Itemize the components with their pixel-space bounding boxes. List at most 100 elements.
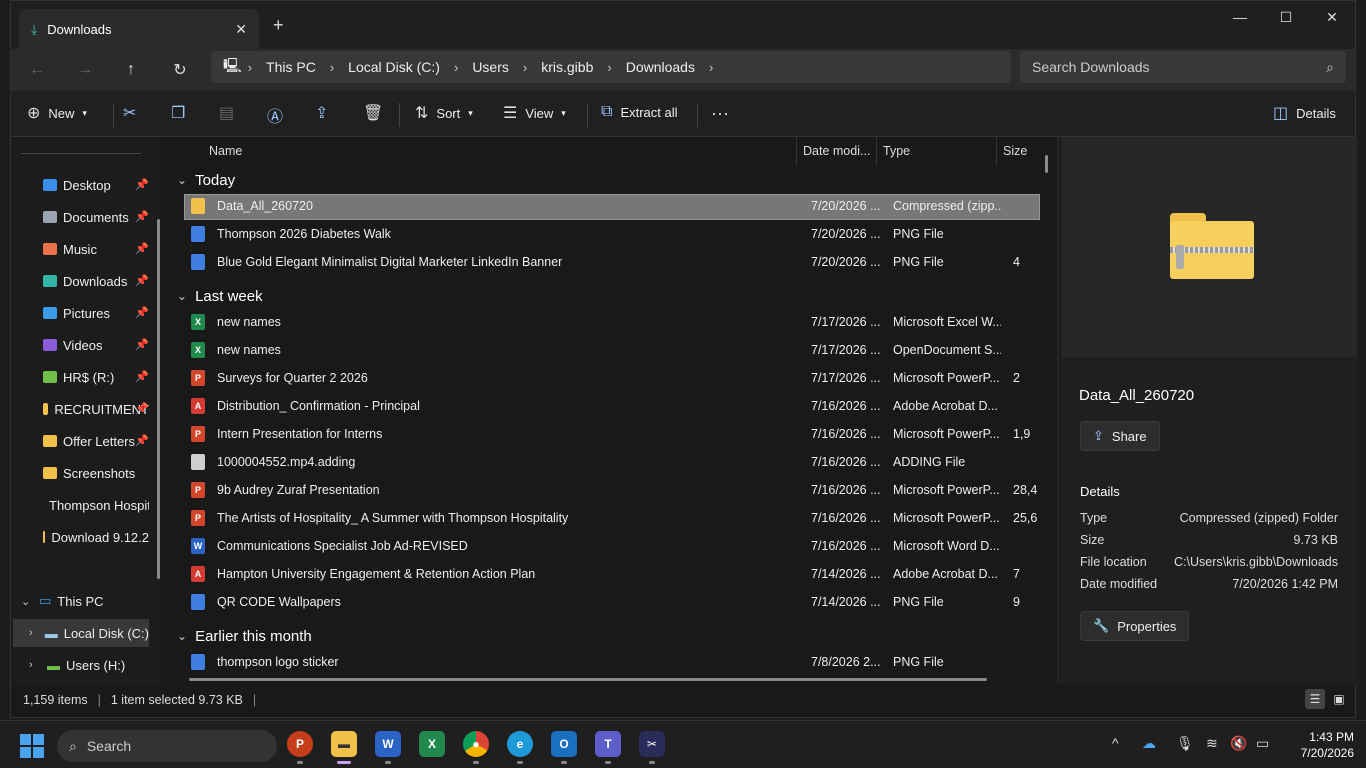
up-button[interactable]: ↑ bbox=[117, 56, 145, 84]
chevron-up-icon[interactable]: ^ bbox=[1112, 735, 1119, 751]
outlook-app-icon[interactable]: O bbox=[551, 731, 577, 757]
properties-button[interactable]: 🔧 Properties bbox=[1080, 611, 1190, 641]
sidebar-item-4[interactable]: Pictures bbox=[43, 299, 149, 327]
table-row[interactable]: Thompson 2026 Diabetes Walk 7/20/2026 ...… bbox=[185, 223, 1039, 247]
table-row[interactable]: A Hampton University Engagement & Retenti… bbox=[185, 563, 1039, 587]
excel-app-icon[interactable]: X bbox=[419, 731, 445, 757]
group-header[interactable]: ⌄ Today bbox=[177, 167, 235, 193]
details-view-icon[interactable]: ☰ bbox=[1305, 689, 1325, 709]
chevron-right-icon: › bbox=[453, 59, 459, 75]
breadcrumb-this-pc[interactable]: This PC bbox=[266, 59, 316, 75]
wifi-icon[interactable]: ≋ bbox=[1206, 735, 1218, 752]
close-tab-icon[interactable]: ✕ bbox=[235, 21, 247, 38]
table-row[interactable]: Blue Gold Elegant Minimalist Digital Mar… bbox=[185, 251, 1039, 275]
sidebar-item-label: Download 9.12.2 bbox=[51, 529, 149, 545]
sidebar-item-5[interactable]: Videos bbox=[43, 331, 149, 359]
breadcrumb-user[interactable]: kris.gibb bbox=[541, 59, 593, 75]
forward-button[interactable]: → bbox=[71, 56, 99, 84]
folder-icon bbox=[43, 403, 49, 415]
close-window-button[interactable]: ✕ bbox=[1309, 1, 1355, 33]
file-explorer-app-icon[interactable]: ▬ bbox=[331, 731, 357, 757]
table-row[interactable]: Data_All_260720 7/20/2026 ... Compressed (… bbox=[184, 194, 1040, 220]
table-row[interactable]: A Distribution_ Confirmation - Principal 7… bbox=[185, 395, 1039, 419]
breadcrumb-users[interactable]: Users bbox=[472, 59, 509, 75]
copy-button[interactable]: ❐ bbox=[171, 103, 185, 123]
horizontal-scrollbar[interactable] bbox=[189, 678, 987, 681]
sidebar-item-this-pc[interactable]: ⌄ ▭ This PC bbox=[21, 587, 157, 615]
teams-app-icon[interactable]: T bbox=[595, 731, 621, 757]
start-button[interactable] bbox=[20, 734, 44, 758]
delete-button[interactable]: 🗑 bbox=[363, 103, 383, 123]
new-button[interactable]: ⊕ New ▾ bbox=[27, 103, 87, 123]
table-row[interactable]: P Intern Presentation for Interns 7/16/202… bbox=[185, 423, 1039, 447]
chrome-app-icon[interactable]: ● bbox=[463, 731, 489, 757]
edge-app-icon[interactable]: e bbox=[507, 731, 533, 757]
battery-icon[interactable]: ▭ bbox=[1256, 735, 1269, 752]
address-bar[interactable]: 🖳 › This PC › Local Disk (C:) › Users › … bbox=[211, 51, 1011, 83]
maximize-button[interactable]: ☐ bbox=[1263, 1, 1309, 33]
sidebar-item-7[interactable]: RECRUITMENT bbox=[43, 395, 149, 423]
group-header[interactable]: ⌄ Last week bbox=[177, 283, 263, 309]
sidebar-item-8[interactable]: Offer Letters bbox=[43, 427, 149, 455]
powerpoint-app-icon[interactable]: P bbox=[287, 731, 313, 757]
extract-all-button[interactable]: ⧉ Extract all bbox=[601, 103, 678, 121]
taskbar-search[interactable]: ⌕ Search bbox=[57, 730, 277, 762]
refresh-button[interactable]: ↻ bbox=[166, 56, 194, 84]
column-header-date[interactable]: Date modi... bbox=[797, 137, 877, 165]
column-header-name[interactable]: Name bbox=[203, 137, 797, 165]
sidebar-item-3[interactable]: Downloads bbox=[43, 267, 149, 295]
microphone-icon[interactable]: 🎙 bbox=[1176, 735, 1194, 752]
column-header-size[interactable]: Size bbox=[997, 137, 1041, 165]
details-pane-button[interactable]: ◫ Details bbox=[1273, 103, 1336, 123]
sidebar-item-0[interactable]: Desktop bbox=[43, 171, 149, 199]
sidebar-item-label: Users (H:) bbox=[66, 657, 126, 673]
taskbar-clock[interactable]: 1:43 PM 7/20/2026 bbox=[1301, 729, 1354, 761]
divider: | bbox=[97, 693, 101, 707]
breadcrumb-downloads[interactable]: Downloads bbox=[626, 59, 695, 75]
properties-label: Properties bbox=[1117, 618, 1177, 634]
view-button[interactable]: ☰ View ▾ bbox=[503, 103, 566, 123]
column-header-type[interactable]: Type bbox=[877, 137, 997, 165]
onedrive-icon[interactable]: ☁ bbox=[1142, 735, 1156, 752]
zip-folder-icon bbox=[1170, 213, 1254, 279]
table-row[interactable]: Xnew names 7/17/2026 ... OpenDocument S... bbox=[185, 339, 1039, 363]
breadcrumb-local-disk[interactable]: Local Disk (C:) bbox=[348, 59, 440, 75]
table-row[interactable]: 1000004552.mp4.adding 7/16/2026 ... ADDING… bbox=[185, 451, 1039, 475]
table-row[interactable]: P 9b Audrey Zuraf Presentation 7/16/2026 .… bbox=[185, 479, 1039, 503]
chevron-right-icon[interactable]: › bbox=[709, 60, 713, 75]
group-header[interactable]: ⌄ Earlier this month bbox=[177, 623, 312, 649]
table-row[interactable]: thompson logo sticker 7/8/2026 2... PNG Fi… bbox=[185, 651, 1039, 675]
sidebar-item-users-drive[interactable]: › ▬ Users (H:) bbox=[29, 651, 149, 679]
snipping-tool-app-icon[interactable]: ✂ bbox=[639, 731, 665, 757]
back-button[interactable]: ← bbox=[23, 56, 51, 84]
sidebar-item-1[interactable]: Documents bbox=[43, 203, 149, 231]
more-options-button[interactable]: ··· bbox=[711, 103, 729, 124]
paste-button[interactable]: ▤ bbox=[219, 103, 234, 123]
word-app-icon[interactable]: W bbox=[375, 731, 401, 757]
sidebar-item-local-disk[interactable]: › ▬ Local Disk (C:) bbox=[13, 619, 149, 647]
sort-button[interactable]: ⇅ Sort ▾ bbox=[415, 103, 473, 123]
table-row[interactable]: P Surveys for Quarter 2 2026 7/17/2026 ...… bbox=[185, 367, 1039, 391]
tab-downloads[interactable]: ⤓ Downloads ✕ bbox=[19, 9, 259, 49]
sidebar-item-11[interactable]: Download 9.12.2 bbox=[43, 523, 149, 551]
new-label: New bbox=[48, 105, 75, 121]
sidebar-item-10[interactable]: Thompson Hospitality bbox=[43, 491, 149, 519]
minimize-button[interactable]: — bbox=[1217, 1, 1263, 33]
cut-button[interactable]: ✂ bbox=[123, 103, 136, 123]
new-tab-button[interactable]: + bbox=[273, 15, 284, 36]
sidebar-scrollbar[interactable] bbox=[157, 219, 160, 579]
rename-button[interactable]: Ⓐ bbox=[267, 103, 283, 127]
table-row[interactable]: P The Artists of Hospitality_ A Summer wi… bbox=[185, 507, 1039, 531]
table-row[interactable]: Xnew names 7/17/2026 ... Microsoft Excel W… bbox=[185, 311, 1039, 335]
share-button[interactable]: ⇪ bbox=[315, 103, 328, 123]
table-row[interactable]: W Communications Specialist Job Ad-REVISE… bbox=[185, 535, 1039, 559]
sidebar-item-6[interactable]: HR$ (R:) bbox=[43, 363, 149, 391]
sidebar-item-9[interactable]: Screenshots bbox=[43, 459, 149, 487]
tiles-view-icon[interactable]: ▣ bbox=[1329, 689, 1349, 709]
table-row[interactable]: QR CODE Wallpapers 7/14/2026 ... PNG File 9 bbox=[185, 591, 1039, 615]
search-input[interactable]: Search Downloads ⌕ bbox=[1020, 51, 1346, 83]
sidebar-item-2[interactable]: Music bbox=[43, 235, 149, 263]
vertical-scrollbar[interactable] bbox=[1045, 155, 1048, 173]
share-button[interactable]: ⇪ Share bbox=[1080, 421, 1160, 451]
volume-muted-icon[interactable]: 🔇 bbox=[1230, 735, 1247, 752]
